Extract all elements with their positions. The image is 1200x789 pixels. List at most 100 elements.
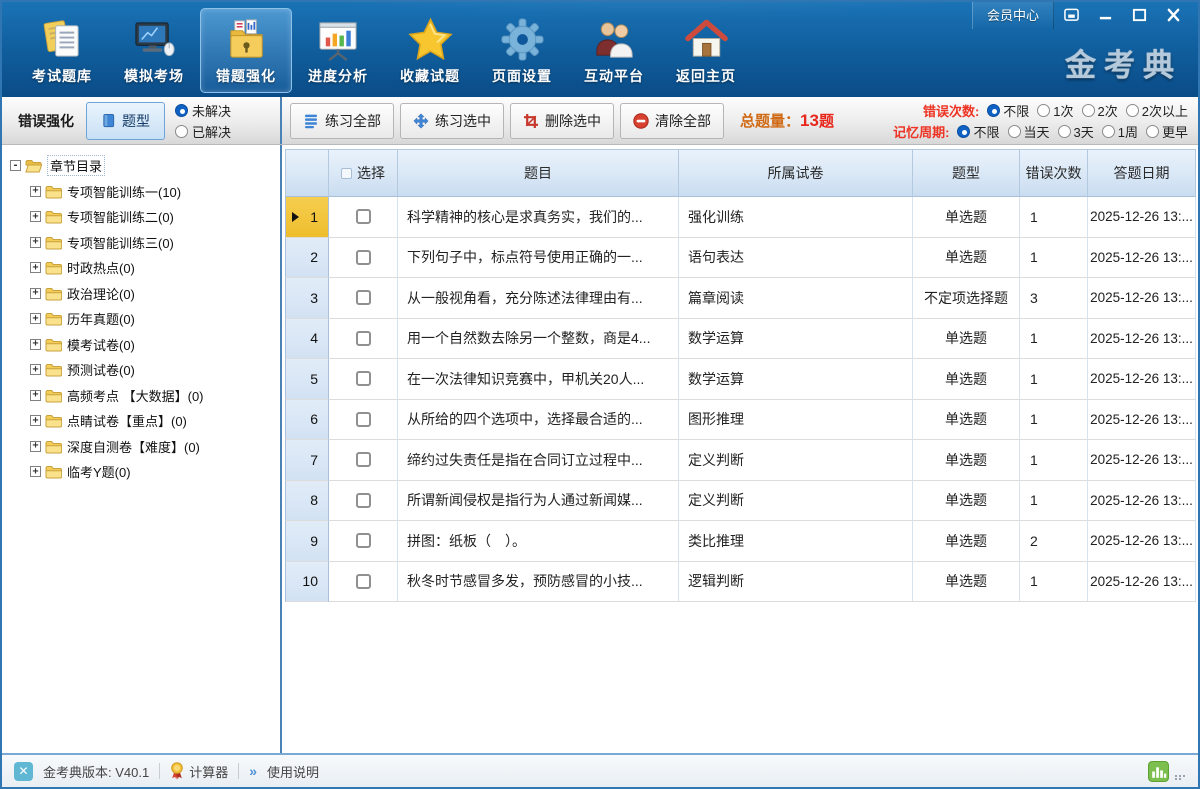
question-type-button[interactable]: 题型 bbox=[86, 102, 165, 140]
filter-1-option-2[interactable]: 3天 bbox=[1058, 122, 1094, 141]
toolbar-item-page-settings[interactable]: 页面设置 bbox=[476, 8, 568, 93]
toolbar-item-home[interactable]: 返回主页 bbox=[660, 8, 752, 93]
tree-item[interactable]: +专项智能训练三(0) bbox=[10, 230, 276, 256]
tree-item[interactable]: +政治理论(0) bbox=[10, 281, 276, 307]
date-cell: 2025-12-26 13:... bbox=[1088, 521, 1196, 562]
table-row[interactable]: 2下列句子中，标点符号使用正确的一...语句表达单选题12025-12-26 1… bbox=[285, 238, 1196, 279]
tree-root[interactable]: - 章节目录 bbox=[10, 153, 276, 179]
row-number: 7 bbox=[310, 452, 318, 468]
errors-text: 1 bbox=[1030, 209, 1038, 225]
expand-icon[interactable]: + bbox=[30, 186, 41, 197]
table-row[interactable]: 5在一次法律知识竞赛中，甲机关20人...数学运算单选题12025-12-26 … bbox=[285, 359, 1196, 400]
expand-icon[interactable]: + bbox=[30, 211, 41, 222]
errors-text: 1 bbox=[1030, 411, 1038, 427]
toolbar-item-favorites[interactable]: 收藏试题 bbox=[384, 8, 476, 93]
clear-all-button[interactable]: 清除全部 bbox=[620, 103, 724, 139]
tree-item[interactable]: +专项智能训练一(10) bbox=[10, 179, 276, 205]
collapse-icon[interactable]: - bbox=[10, 160, 21, 171]
filter-1-option-1[interactable]: 当天 bbox=[1008, 122, 1050, 141]
tree-item[interactable]: +预测试卷(0) bbox=[10, 357, 276, 383]
minimize-icon[interactable] bbox=[1088, 3, 1122, 27]
toolbar-item-wrong-question[interactable]: 错题强化 bbox=[200, 8, 292, 93]
errors-cell: 1 bbox=[1020, 562, 1088, 603]
row-checkbox[interactable] bbox=[356, 412, 371, 427]
errors-cell: 1 bbox=[1020, 319, 1088, 360]
filter-1-option-4[interactable]: 更早 bbox=[1146, 122, 1188, 141]
filter-0-option-1[interactable]: 1次 bbox=[1037, 101, 1073, 120]
row-checkbox[interactable] bbox=[356, 533, 371, 548]
radio-solve-1[interactable]: 已解决 bbox=[175, 122, 231, 141]
row-checkbox[interactable] bbox=[356, 250, 371, 265]
row-checkbox[interactable] bbox=[356, 574, 371, 589]
row-checkbox[interactable] bbox=[356, 371, 371, 386]
table-row[interactable]: 1科学精神的核心是求真务实，我们的...强化训练单选题12025-12-26 1… bbox=[285, 197, 1196, 238]
toolbar-item-exam-bank[interactable]: 考试题库 bbox=[16, 8, 108, 93]
type-text: 单选题 bbox=[945, 571, 987, 591]
green-chart-icon[interactable] bbox=[1148, 761, 1169, 782]
errors-cell: 2 bbox=[1020, 521, 1088, 562]
tray-icon[interactable] bbox=[1054, 3, 1088, 27]
table-row[interactable]: 6从所给的四个选项中，选择最合适的...图形推理单选题12025-12-26 1… bbox=[285, 400, 1196, 441]
toolbar-item-community[interactable]: 互动平台 bbox=[568, 8, 660, 93]
tree-item[interactable]: +时政热点(0) bbox=[10, 255, 276, 281]
toolbar-item-mock-exam[interactable]: 模拟考场 bbox=[108, 8, 200, 93]
radio-solve-0[interactable]: 未解决 bbox=[175, 101, 231, 120]
action-buttons: 练习全部练习选中删除选中 清除全部 bbox=[290, 103, 730, 139]
expand-icon[interactable]: + bbox=[30, 339, 41, 350]
expand-icon[interactable]: + bbox=[30, 390, 41, 401]
filter-1-option-0[interactable]: 不限 bbox=[957, 122, 999, 141]
tree-item[interactable]: +模考试卷(0) bbox=[10, 332, 276, 358]
table-row[interactable]: 3从一般视角看，充分陈述法律理由有...篇章阅读不定项选择题32025-12-2… bbox=[285, 278, 1196, 319]
practice-chosen-button[interactable]: 练习选中 bbox=[400, 103, 504, 139]
tree-root-label: 章节目录 bbox=[47, 155, 105, 176]
close-icon[interactable] bbox=[1156, 3, 1190, 27]
errors-text: 1 bbox=[1030, 371, 1038, 387]
table-row[interactable]: 4用一个自然数去除另一个整数，商是4...数学运算单选题12025-12-26 … bbox=[285, 319, 1196, 360]
tree-item[interactable]: +临考Y题(0) bbox=[10, 459, 276, 485]
tree-item[interactable]: +高频考点 【大数据】(0) bbox=[10, 383, 276, 409]
expand-icon[interactable]: + bbox=[30, 466, 41, 477]
tree-item[interactable]: +专项智能训练二(0) bbox=[10, 204, 276, 230]
expand-icon[interactable]: + bbox=[30, 415, 41, 426]
tree-item[interactable]: +点睛试卷【重点】(0) bbox=[10, 408, 276, 434]
resize-grip[interactable] bbox=[1175, 775, 1186, 780]
row-checkbox[interactable] bbox=[356, 209, 371, 224]
expand-icon[interactable]: + bbox=[30, 441, 41, 452]
table-row[interactable]: 9拼图：纸板（ ）。类比推理单选题22025-12-26 13:... bbox=[285, 521, 1196, 562]
select-all-checkbox[interactable] bbox=[341, 168, 352, 179]
expand-icon[interactable]: + bbox=[30, 313, 41, 324]
filter-1-option-3[interactable]: 1周 bbox=[1102, 122, 1138, 141]
toolbar-item-progress[interactable]: 进度分析 bbox=[292, 8, 384, 93]
question-cell: 缔约过失责任是指在合同订立过程中... bbox=[398, 440, 679, 481]
expand-icon[interactable]: + bbox=[30, 262, 41, 273]
filter-0-option-2[interactable]: 2次 bbox=[1082, 101, 1118, 120]
paper-cell: 语句表达 bbox=[679, 238, 913, 279]
filter-0-option-3[interactable]: 2次以上 bbox=[1126, 101, 1188, 120]
row-number-cell: 2 bbox=[285, 238, 329, 279]
table-row[interactable]: 8所谓新闻侵权是指行为人通过新闻媒...定义判断单选题12025-12-26 1… bbox=[285, 481, 1196, 522]
row-checkbox[interactable] bbox=[356, 452, 371, 467]
tree-item[interactable]: +深度自测卷【难度】(0) bbox=[10, 434, 276, 460]
tree-item[interactable]: +历年真题(0) bbox=[10, 306, 276, 332]
expand-icon[interactable]: + bbox=[30, 364, 41, 375]
row-checkbox[interactable] bbox=[356, 331, 371, 346]
help-button[interactable]: 使用说明 bbox=[267, 762, 319, 781]
filter-0-option-0[interactable]: 不限 bbox=[987, 101, 1029, 120]
delete-chosen-button[interactable]: 删除选中 bbox=[510, 103, 614, 139]
expand-icon[interactable]: + bbox=[30, 288, 41, 299]
maximize-icon[interactable] bbox=[1122, 3, 1156, 27]
row-checkbox[interactable] bbox=[356, 290, 371, 305]
table-row[interactable]: 10秋冬时节感冒多发，预防感冒的小技...逻辑判断单选题12025-12-26 … bbox=[285, 562, 1196, 603]
calculator-button[interactable]: 计算器 bbox=[170, 762, 228, 781]
radio-label: 2次以上 bbox=[1142, 101, 1188, 120]
paper-cell: 图形推理 bbox=[679, 400, 913, 441]
table-row[interactable]: 7缔约过失责任是指在合同订立过程中...定义判断单选题12025-12-26 1… bbox=[285, 440, 1196, 481]
errors-text: 2 bbox=[1030, 533, 1038, 549]
action-button-label: 清除全部 bbox=[655, 111, 711, 131]
expand-icon[interactable]: + bbox=[30, 237, 41, 248]
select-cell bbox=[329, 197, 398, 238]
row-checkbox[interactable] bbox=[356, 493, 371, 508]
errors-text: 1 bbox=[1030, 492, 1038, 508]
practice-all-button[interactable]: 练习全部 bbox=[290, 103, 394, 139]
member-center-button[interactable]: 会员中心 bbox=[972, 2, 1054, 29]
